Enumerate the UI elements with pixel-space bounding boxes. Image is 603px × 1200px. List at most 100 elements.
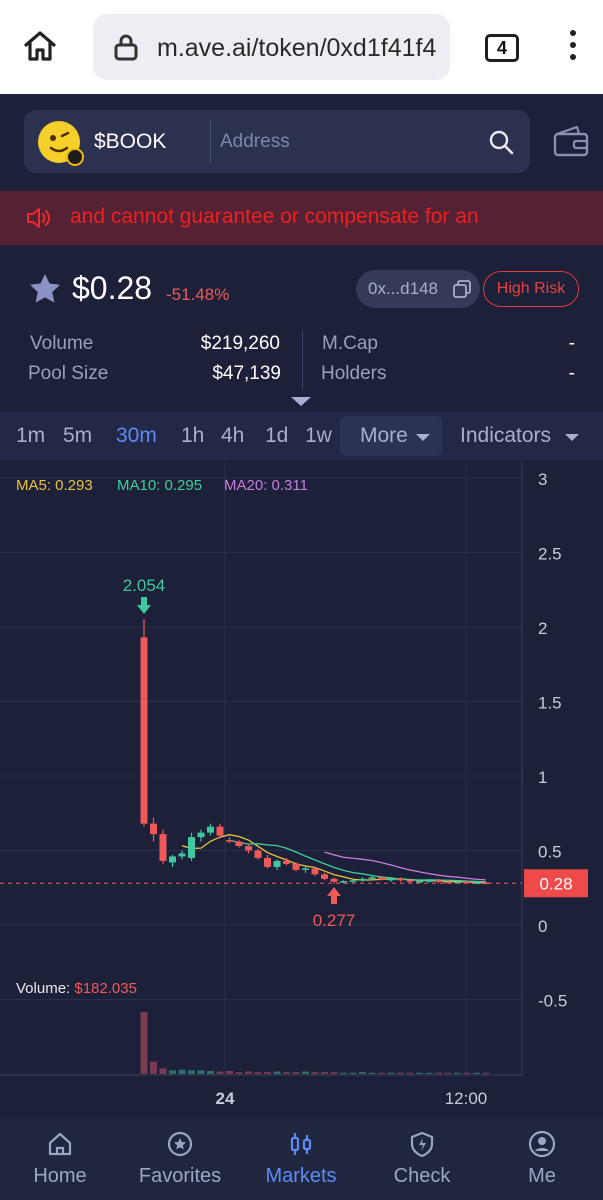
candle-body bbox=[150, 823, 157, 835]
volume-bar bbox=[150, 1061, 157, 1074]
contract-address-chip[interactable]: 0x...d148 bbox=[356, 270, 480, 308]
candle-body bbox=[435, 880, 442, 882]
candle-body bbox=[321, 874, 328, 879]
token-symbol[interactable]: $BOOK bbox=[94, 130, 166, 154]
volume-bar bbox=[378, 1072, 385, 1074]
candle-body bbox=[169, 856, 176, 863]
y-tick-label: 0.5 bbox=[538, 843, 562, 862]
candle-body bbox=[387, 878, 395, 881]
moving-average-lines bbox=[181, 834, 487, 884]
nav-markets-label: Markets bbox=[265, 1165, 337, 1187]
indicators-dropdown[interactable]: Indicators bbox=[460, 424, 551, 448]
candle-body bbox=[283, 860, 290, 864]
interval-4h[interactable]: 4h bbox=[221, 424, 244, 448]
y-tick-label: 1 bbox=[538, 768, 547, 787]
chart-axis: 3 2.5 2 1.5 1 0.5 0 -0.5 24 12:00 bbox=[0, 462, 567, 1108]
mcap-label: M.Cap bbox=[322, 333, 378, 354]
ma20-line bbox=[324, 851, 487, 881]
wallet-icon[interactable] bbox=[552, 124, 590, 158]
volume-bar bbox=[368, 1072, 376, 1074]
pool-size-value: $47,139 bbox=[212, 363, 281, 384]
nav-home-label: Home bbox=[33, 1165, 87, 1187]
volume-bar bbox=[349, 1072, 357, 1074]
candle-body bbox=[159, 834, 167, 861]
candle-body bbox=[178, 853, 186, 857]
interval-1d[interactable]: 1d bbox=[265, 424, 288, 448]
token-search-bar: $BOOK bbox=[24, 110, 530, 173]
notice-text: and cannot guarantee or compensate for a… bbox=[70, 205, 479, 228]
chain-badge-icon bbox=[66, 148, 84, 166]
expand-stats-caret-icon[interactable] bbox=[291, 397, 311, 406]
interval-1m[interactable]: 1m bbox=[16, 424, 45, 448]
token-logo bbox=[38, 121, 84, 166]
low-price-label: 0.277 bbox=[313, 911, 356, 930]
address-bar[interactable]: m.ave.ai/token/0xd1f41f4 bbox=[93, 14, 450, 80]
speaker-icon bbox=[27, 208, 50, 228]
price-chart[interactable]: 0.28 2.054 0.277 Volume: $182.035 3 2.5 2 1.5 1… bbox=[0, 462, 603, 1112]
bottom-navigation: Home Favorites Markets Check Me bbox=[0, 1118, 603, 1200]
url-text: m.ave.ai/token/0xd1f41f4 bbox=[157, 34, 437, 62]
volume-bar bbox=[197, 1070, 205, 1074]
nav-markets[interactable]: Markets bbox=[241, 1118, 361, 1200]
tab-count-button[interactable]: 4 bbox=[485, 34, 519, 62]
check-icon bbox=[410, 1131, 434, 1158]
candle-body bbox=[226, 840, 233, 842]
volume-bar bbox=[235, 1072, 243, 1074]
candle-body bbox=[207, 826, 214, 833]
volume-bar bbox=[425, 1072, 433, 1074]
risk-badge[interactable]: High Risk bbox=[483, 271, 579, 307]
contract-address-text: 0x...d148 bbox=[368, 279, 438, 298]
volume-bars bbox=[140, 1012, 490, 1074]
nav-favorites[interactable]: Favorites bbox=[120, 1118, 240, 1200]
browser-home-icon[interactable] bbox=[20, 26, 60, 66]
search-icon[interactable] bbox=[488, 129, 514, 155]
y-tick-label: 3 bbox=[538, 470, 547, 489]
candle-body bbox=[340, 881, 347, 883]
volume-bar bbox=[207, 1070, 214, 1074]
volume-bar bbox=[302, 1071, 309, 1074]
nav-me[interactable]: Me bbox=[482, 1118, 602, 1200]
address-search-input[interactable] bbox=[220, 120, 490, 163]
browser-toolbar: m.ave.ai/token/0xd1f41f4 4 bbox=[0, 0, 603, 94]
nav-check-label: Check bbox=[393, 1165, 451, 1187]
volume-bar bbox=[473, 1072, 480, 1074]
volume-bar bbox=[321, 1072, 328, 1074]
volume-bar bbox=[330, 1072, 338, 1074]
interval-5m[interactable]: 5m bbox=[63, 424, 92, 448]
candle-body bbox=[302, 868, 309, 870]
candle-body bbox=[188, 837, 195, 858]
ma5-indicator: MA5: 0.293 bbox=[16, 477, 93, 494]
interval-30m[interactable]: 30m bbox=[116, 424, 157, 448]
nav-check[interactable]: Check bbox=[362, 1118, 482, 1200]
me-icon bbox=[528, 1130, 556, 1158]
stats-divider bbox=[302, 330, 303, 390]
candle-body bbox=[359, 878, 366, 881]
nav-home[interactable]: Home bbox=[0, 1118, 120, 1200]
interval-1w[interactable]: 1w bbox=[305, 424, 332, 448]
favorite-star-icon[interactable] bbox=[28, 272, 62, 304]
browser-menu-icon[interactable] bbox=[566, 30, 580, 66]
candle-body bbox=[264, 857, 271, 867]
volume-bar bbox=[283, 1072, 290, 1074]
mcap-value: - bbox=[568, 333, 575, 354]
chart-annotations: 0.28 2.054 0.277 Volume: $182.035 bbox=[0, 576, 588, 997]
holders-value: - bbox=[568, 363, 575, 384]
y-tick-label: 1.5 bbox=[538, 694, 562, 713]
interval-1h[interactable]: 1h bbox=[181, 424, 204, 448]
price-change: -51.48% bbox=[166, 285, 230, 304]
volume-bar bbox=[169, 1070, 176, 1074]
volume-bar bbox=[178, 1069, 186, 1074]
volume-bar bbox=[273, 1071, 281, 1074]
volume-bar bbox=[245, 1071, 252, 1074]
candle-body bbox=[254, 850, 262, 858]
copy-icon[interactable] bbox=[452, 279, 472, 299]
volume-label: Volume bbox=[30, 333, 94, 354]
volume-bar bbox=[340, 1072, 347, 1074]
candle-body bbox=[397, 878, 404, 881]
volume-bar bbox=[444, 1072, 452, 1074]
candle-body bbox=[197, 832, 205, 838]
ma20-indicator: MA20: 0.311 bbox=[224, 477, 308, 494]
lock-icon bbox=[114, 34, 138, 61]
candle-body bbox=[378, 877, 385, 880]
candle-body bbox=[330, 878, 338, 882]
